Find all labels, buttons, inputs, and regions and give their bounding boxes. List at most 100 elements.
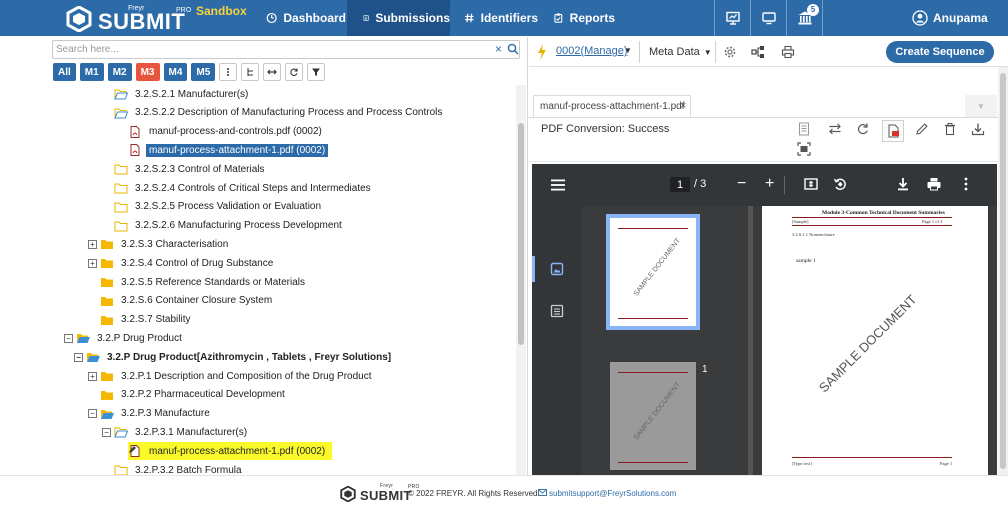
replace-document-button[interactable] <box>826 120 844 138</box>
hamburger-menu-icon[interactable] <box>550 178 566 192</box>
tree-node[interactable]: − 3.2.P Drug Product <box>64 329 185 347</box>
delete-document-button[interactable] <box>941 120 959 138</box>
filter-funnel-button[interactable] <box>307 63 326 81</box>
collapse-node-icon[interactable]: − <box>102 427 111 437</box>
monitor-button[interactable] <box>752 0 786 36</box>
expand-node-icon[interactable]: + <box>88 258 97 268</box>
expand-tree-button[interactable] <box>219 63 238 81</box>
tree-node[interactable]: 3.2.S.2.2 Description of Manufacturing P… <box>114 104 445 122</box>
tree-search-input[interactable] <box>54 42 484 57</box>
presentation-button[interactable] <box>716 0 750 36</box>
sequence-manage-link[interactable]: 0002(Manage) <box>556 45 628 57</box>
pdf-sidebar-rail <box>532 206 582 475</box>
document-tab[interactable]: manuf-process-attachment-1.pdf × <box>533 95 691 117</box>
pencil-icon <box>916 123 928 135</box>
more-options-icon[interactable] <box>958 176 974 192</box>
print-button[interactable] <box>779 43 797 61</box>
tree-node[interactable]: manuf-process-and-controls.pdf (0002) <box>128 123 325 141</box>
refresh-tree-button[interactable] <box>285 63 304 81</box>
nav-identifiers[interactable]: Identifiers <box>458 0 538 36</box>
page-footer-rule <box>792 457 952 458</box>
monitor-icon <box>762 12 776 25</box>
filter-all-button[interactable]: All <box>53 63 76 81</box>
window-scrollbar[interactable] <box>998 67 1008 475</box>
settings-button[interactable] <box>721 43 739 61</box>
edit-document-button[interactable] <box>913 120 931 138</box>
page-header-rule <box>792 217 952 218</box>
nav-dashboard[interactable]: Dashboard <box>258 0 346 36</box>
tree-scrollbar[interactable] <box>516 85 526 475</box>
tree-node[interactable]: 3.2.S.2.4 Controls of Critical Steps and… <box>114 179 374 197</box>
zoom-in-icon[interactable]: + <box>765 174 774 194</box>
zoom-out-icon[interactable]: − <box>737 174 746 194</box>
meta-data-label: Meta Data <box>649 46 700 58</box>
fit-page-icon[interactable] <box>803 176 819 192</box>
freyr-submit-logo[interactable]: Freyr SUBMIT PRO <box>66 5 191 33</box>
tree-node[interactable]: 3.2.S.6 Container Closure System <box>100 292 275 310</box>
expand-node-icon[interactable]: + <box>88 239 97 249</box>
user-menu[interactable]: Anupama <box>912 0 988 36</box>
expand-node-icon[interactable]: + <box>88 371 97 381</box>
pdf-properties-button[interactable] <box>882 120 904 142</box>
download-document-button[interactable] <box>969 120 987 138</box>
tree-node[interactable]: − 3.2.P.3 Manufacture <box>88 405 213 423</box>
filter-m5-button[interactable]: M5 <box>191 63 216 81</box>
collapse-tree-button[interactable] <box>241 63 260 81</box>
reconvert-button[interactable] <box>854 120 872 138</box>
institution-notifications-button[interactable]: 5 <box>788 0 822 36</box>
folder-outline-icon <box>114 465 128 475</box>
close-tab-icon[interactable]: × <box>680 100 686 112</box>
printer-icon[interactable] <box>926 176 942 192</box>
document-info-button[interactable] <box>795 120 813 138</box>
filter-m2-button[interactable]: M2 <box>107 63 132 81</box>
collapse-node-icon[interactable]: − <box>74 352 83 362</box>
tree-node[interactable]: 3.2.S.2.6 Manufacturing Process Developm… <box>114 217 345 235</box>
tree-node-label: 3.2.P.3 Manufacture <box>121 408 210 420</box>
logo-freyr-text: Freyr <box>128 5 145 12</box>
nav-reports[interactable]: Reports <box>545 0 615 36</box>
scan-document-button[interactable] <box>795 140 813 158</box>
tree-node[interactable]: 3.2.S.7 Stability <box>100 311 193 329</box>
search-icon[interactable] <box>507 43 519 55</box>
rotate-icon[interactable] <box>832 176 848 192</box>
page-number-input[interactable]: 1 <box>670 177 690 192</box>
tree-node[interactable]: manuf-process-attachment-1.pdf (0002) <box>128 442 333 461</box>
thumbnails-scrollbar[interactable] <box>748 206 753 475</box>
fit-width-button[interactable] <box>263 63 282 81</box>
tree-node[interactable]: − 3.2.P.3.1 Manufacturer(s) <box>102 423 250 441</box>
tree-node[interactable]: +3.2.S.4 Control of Drug Substance <box>88 254 276 272</box>
filter-m1-button[interactable]: M1 <box>79 63 104 81</box>
tree-node[interactable]: 3.2.S.2.5 Process Validation or Evaluati… <box>114 198 324 216</box>
create-sequence-button[interactable]: Create Sequence <box>886 41 994 63</box>
filter-m3-button[interactable]: M3 <box>135 63 160 81</box>
pdf-page-scrollbar[interactable] <box>990 206 997 475</box>
outline-list-icon[interactable] <box>550 304 564 318</box>
tree-node[interactable]: +3.2.S.3 Characterisation <box>88 235 231 253</box>
tree-node[interactable]: manuf-process-attachment-1.pdf (0002) <box>128 141 329 159</box>
support-email-link[interactable]: submitsupport@FreyrSolutions.com <box>549 489 676 498</box>
filter-m4-button[interactable]: M4 <box>163 63 188 81</box>
tree-scrollbar-thumb[interactable] <box>518 123 524 345</box>
tree-node[interactable]: 3.2.S.2.3 Control of Materials <box>114 160 268 178</box>
page-thumbnail[interactable]: SAMPLE DOCUMENT <box>610 362 696 470</box>
collapse-node-icon[interactable]: − <box>88 409 97 419</box>
tree-node[interactable]: 3.2.P.3.2 Batch Formula <box>114 461 245 475</box>
sequence-dropdown-caret-icon[interactable]: ▼ <box>624 46 632 55</box>
clear-search-icon[interactable]: × <box>495 42 502 57</box>
notification-count-badge: 5 <box>807 4 819 16</box>
page-thumbnail[interactable]: SAMPLE DOCUMENT <box>606 214 700 330</box>
tree-node[interactable]: +3.2.P.1 Description and Composition of … <box>88 367 375 385</box>
tree-node[interactable]: 3.2.S.2.1 Manufacturer(s) <box>114 85 251 103</box>
collapse-panel-button[interactable]: ▼ <box>965 95 997 117</box>
collapse-node-icon[interactable]: − <box>64 333 73 343</box>
hierarchy-button[interactable] <box>749 43 767 61</box>
thumbnails-image-icon[interactable] <box>550 262 564 276</box>
window-scrollbar-thumb[interactable] <box>1000 73 1006 469</box>
tree-node[interactable]: 3.2.S.5 Reference Standards or Materials <box>100 273 308 291</box>
nav-submissions[interactable]: Submissions <box>347 0 450 36</box>
download-icon[interactable] <box>895 176 911 192</box>
tree-node[interactable]: − 3.2.P Drug Product[Azithromycin , Table… <box>74 348 394 366</box>
folder-outline-icon <box>114 202 128 213</box>
tree-node[interactable]: 3.2.P.2 Pharmaceutical Development <box>100 386 288 404</box>
meta-data-dropdown[interactable]: Meta Data ▼ <box>649 42 712 62</box>
